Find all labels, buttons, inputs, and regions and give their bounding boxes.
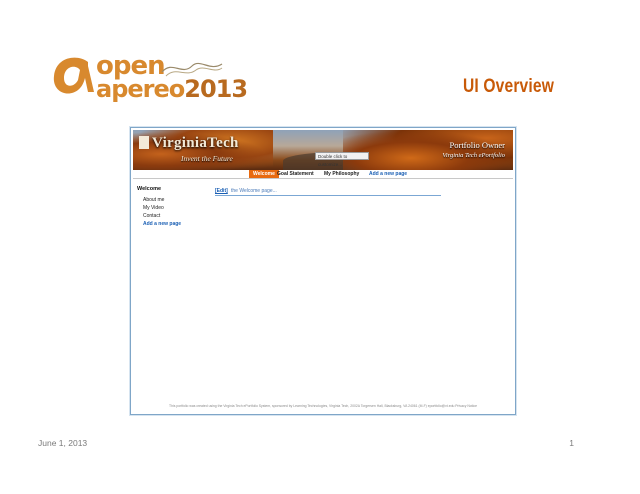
portfolio-name: Virginia Tech ePortfolio [442,152,505,159]
apereo-alpha-icon [53,57,94,94]
swirl-ornament-icon [161,62,223,77]
portfolio-footer: This portfolio was created using the Vir… [169,404,477,408]
banner-foliage-right [343,130,513,170]
portfolio-screenshot: VirginiaTech Invent the Future Double cl… [130,127,516,415]
vt-brand: VirginiaTech [152,135,239,151]
sidebar-title[interactable]: Welcome [137,186,161,192]
customize-hint[interactable]: Double click to customize... [315,152,369,167]
slide-page-number: 1 [569,438,574,448]
edit-link[interactable]: [Edit] [215,188,228,194]
content-divider [215,195,441,196]
nav-tabs: Welcome Goal Statement My Philosophy Add… [133,170,513,179]
sidebar-item-my-video[interactable]: My Video [143,205,164,211]
sidebar-item-about-me[interactable]: About me [143,197,164,203]
vt-logo: VirginiaTech [139,135,239,152]
apereo-logo: open apereo2013 [48,52,248,104]
portfolio-owner: Portfolio Owner [449,140,505,150]
tab-my-philosophy[interactable]: My Philosophy [320,170,363,178]
slide-title: UI Overview [462,76,554,97]
welcome-text: the Welcome page... [231,188,277,194]
tab-goal-statement[interactable]: Goal Statement [273,170,318,178]
vt-mark-icon [139,136,149,149]
sidebar-add-page[interactable]: Add a new page [143,221,181,227]
sidebar-item-contact[interactable]: Contact [143,213,160,219]
tab-add-page[interactable]: Add a new page [365,170,411,178]
slide-date: June 1, 2013 [38,438,88,448]
header-banner: VirginiaTech Invent the Future Double cl… [133,130,513,170]
vt-tagline: Invent the Future [181,154,233,163]
